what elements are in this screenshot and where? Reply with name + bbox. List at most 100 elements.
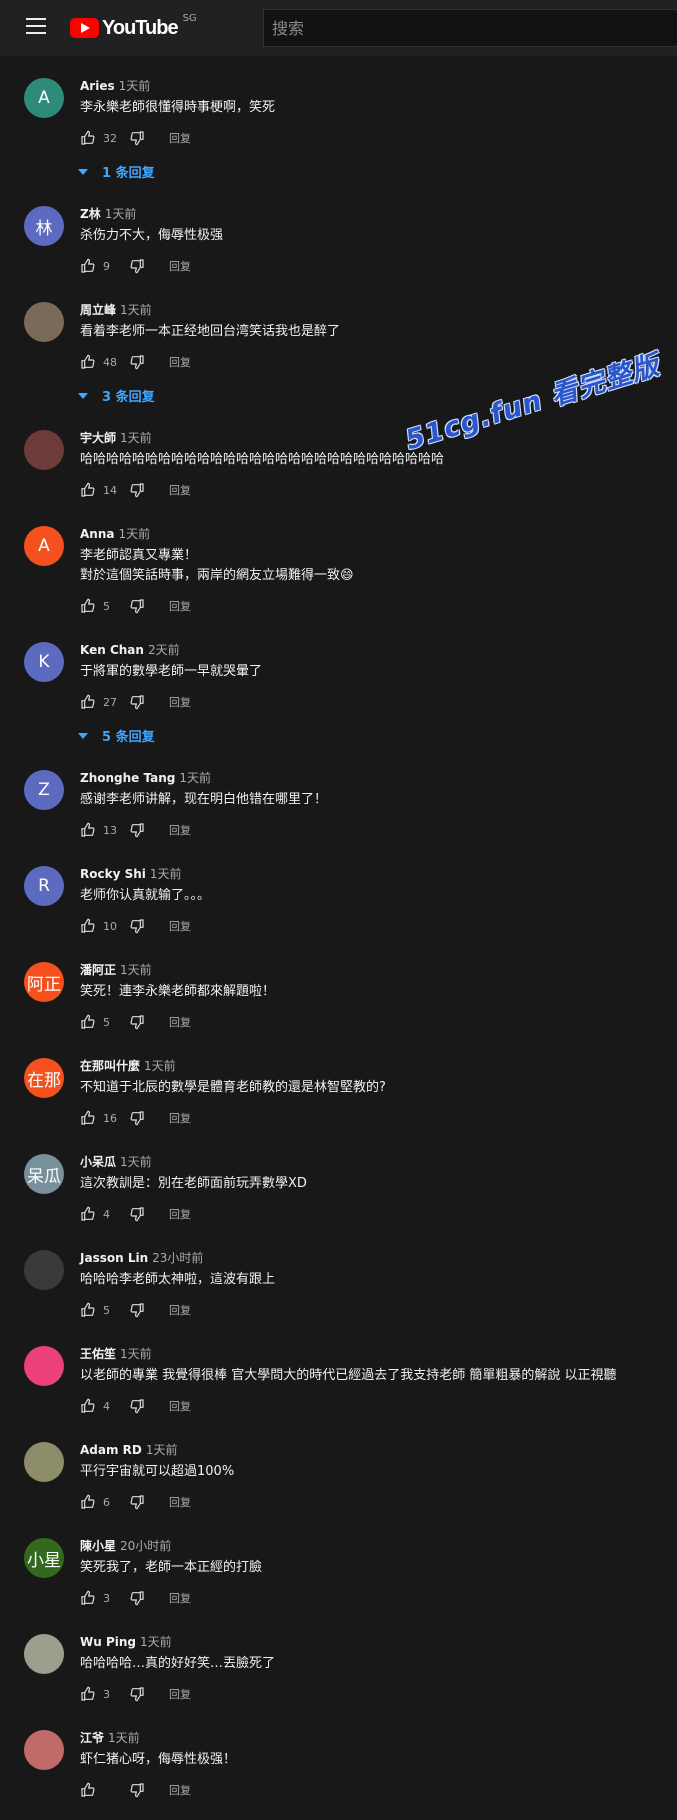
author-name[interactable]: Adam RD — [80, 1443, 142, 1457]
avatar[interactable]: R — [24, 866, 64, 906]
author-name[interactable]: 周立峰 — [80, 303, 116, 317]
thumbs-up-icon[interactable] — [80, 482, 96, 498]
timestamp[interactable]: 1天前 — [179, 771, 211, 785]
reply-button[interactable]: 回复 — [169, 1014, 191, 1030]
thumbs-up-icon[interactable] — [80, 1110, 96, 1126]
thumbs-down-icon[interactable] — [129, 354, 145, 370]
thumbs-down-icon[interactable] — [129, 694, 145, 710]
author-name[interactable]: Z林 — [80, 207, 101, 221]
author-name[interactable]: Aries — [80, 79, 115, 93]
reply-button[interactable]: 回复 — [169, 1494, 191, 1510]
thumbs-up-icon[interactable] — [80, 1014, 96, 1030]
thumbs-down-icon[interactable] — [129, 822, 145, 838]
thumbs-down-icon[interactable] — [129, 598, 145, 614]
thumbs-up-icon[interactable] — [80, 130, 96, 146]
author-name[interactable]: 小呆瓜 — [80, 1155, 116, 1169]
author-name[interactable]: 陳小星 — [80, 1539, 116, 1553]
thumbs-down-icon[interactable] — [129, 1782, 145, 1798]
reply-button[interactable]: 回复 — [169, 1110, 191, 1126]
reply-button[interactable]: 回复 — [169, 1398, 191, 1414]
thumbs-down-icon[interactable] — [129, 1398, 145, 1414]
reply-button[interactable]: 回复 — [169, 1206, 191, 1222]
reply-button[interactable]: 回复 — [169, 130, 191, 146]
author-name[interactable]: 王佑笙 — [80, 1347, 116, 1361]
view-replies-button[interactable]: 1 条回复 — [78, 162, 155, 181]
avatar[interactable]: A — [24, 78, 64, 118]
youtube-logo[interactable]: YouTube SG — [70, 13, 197, 39]
thumbs-down-icon[interactable] — [129, 1590, 145, 1606]
avatar[interactable]: 阿正 — [24, 962, 64, 1002]
reply-button[interactable]: 回复 — [169, 1782, 191, 1798]
thumbs-down-icon[interactable] — [129, 130, 145, 146]
thumbs-up-icon[interactable] — [80, 694, 96, 710]
reply-button[interactable]: 回复 — [169, 822, 191, 838]
avatar[interactable] — [24, 1250, 64, 1290]
thumbs-up-icon[interactable] — [80, 354, 96, 370]
thumbs-up-icon[interactable] — [80, 822, 96, 838]
thumbs-down-icon[interactable] — [129, 1206, 145, 1222]
reply-button[interactable]: 回复 — [169, 918, 191, 934]
thumbs-down-icon[interactable] — [129, 1110, 145, 1126]
author-name[interactable]: 江爷 — [80, 1731, 104, 1745]
avatar[interactable] — [24, 1346, 64, 1386]
avatar[interactable]: 在那 — [24, 1058, 64, 1098]
avatar[interactable]: 呆瓜 — [24, 1154, 64, 1194]
timestamp[interactable]: 1天前 — [120, 963, 152, 977]
timestamp[interactable]: 1天前 — [119, 79, 151, 93]
reply-button[interactable]: 回复 — [169, 694, 191, 710]
timestamp[interactable]: 20小时前 — [120, 1539, 171, 1553]
reply-button[interactable]: 回复 — [169, 482, 191, 498]
view-replies-button[interactable]: 5 条回复 — [78, 726, 155, 745]
thumbs-up-icon[interactable] — [80, 1590, 96, 1606]
thumbs-down-icon[interactable] — [129, 918, 145, 934]
view-replies-button[interactable]: 3 条回复 — [78, 386, 155, 405]
timestamp[interactable]: 1天前 — [105, 207, 137, 221]
author-name[interactable]: 潘阿正 — [80, 963, 116, 977]
author-name[interactable]: Anna — [80, 527, 114, 541]
thumbs-down-icon[interactable] — [129, 1686, 145, 1702]
thumbs-up-icon[interactable] — [80, 918, 96, 934]
search-input[interactable] — [264, 10, 677, 46]
thumbs-up-icon[interactable] — [80, 1398, 96, 1414]
timestamp[interactable]: 23小时前 — [152, 1251, 203, 1265]
reply-button[interactable]: 回复 — [169, 1590, 191, 1606]
timestamp[interactable]: 1天前 — [118, 527, 150, 541]
timestamp[interactable]: 1天前 — [146, 1443, 178, 1457]
reply-button[interactable]: 回复 — [169, 258, 191, 274]
timestamp[interactable]: 1天前 — [140, 1635, 172, 1649]
author-name[interactable]: 在那叫什麼 — [80, 1059, 140, 1073]
timestamp[interactable]: 1天前 — [120, 1155, 152, 1169]
thumbs-down-icon[interactable] — [129, 1014, 145, 1030]
timestamp[interactable]: 2天前 — [148, 643, 180, 657]
thumbs-down-icon[interactable] — [129, 1494, 145, 1510]
thumbs-up-icon[interactable] — [80, 1494, 96, 1510]
timestamp[interactable]: 1天前 — [120, 431, 152, 445]
avatar[interactable] — [24, 1442, 64, 1482]
search-box[interactable] — [263, 9, 677, 47]
avatar[interactable]: Z — [24, 770, 64, 810]
author-name[interactable]: Ken Chan — [80, 643, 144, 657]
author-name[interactable]: Jasson Lin — [80, 1251, 148, 1265]
reply-button[interactable]: 回复 — [169, 354, 191, 370]
reply-button[interactable]: 回复 — [169, 1686, 191, 1702]
thumbs-down-icon[interactable] — [129, 258, 145, 274]
timestamp[interactable]: 1天前 — [144, 1059, 176, 1073]
hamburger-menu-icon[interactable] — [26, 18, 46, 36]
avatar[interactable]: 小星 — [24, 1538, 64, 1578]
avatar[interactable]: A — [24, 526, 64, 566]
thumbs-up-icon[interactable] — [80, 1206, 96, 1222]
author-name[interactable]: 宇大師 — [80, 431, 116, 445]
thumbs-down-icon[interactable] — [129, 482, 145, 498]
timestamp[interactable]: 1天前 — [150, 867, 182, 881]
avatar[interactable]: K — [24, 642, 64, 682]
author-name[interactable]: Zhonghe Tang — [80, 771, 175, 785]
author-name[interactable]: Wu Ping — [80, 1635, 136, 1649]
thumbs-down-icon[interactable] — [129, 1302, 145, 1318]
timestamp[interactable]: 1天前 — [120, 1347, 152, 1361]
avatar[interactable] — [24, 302, 64, 342]
author-name[interactable]: Rocky Shi — [80, 867, 146, 881]
avatar[interactable]: 林 — [24, 206, 64, 246]
thumbs-up-icon[interactable] — [80, 1782, 96, 1798]
reply-button[interactable]: 回复 — [169, 1302, 191, 1318]
timestamp[interactable]: 1天前 — [120, 303, 152, 317]
